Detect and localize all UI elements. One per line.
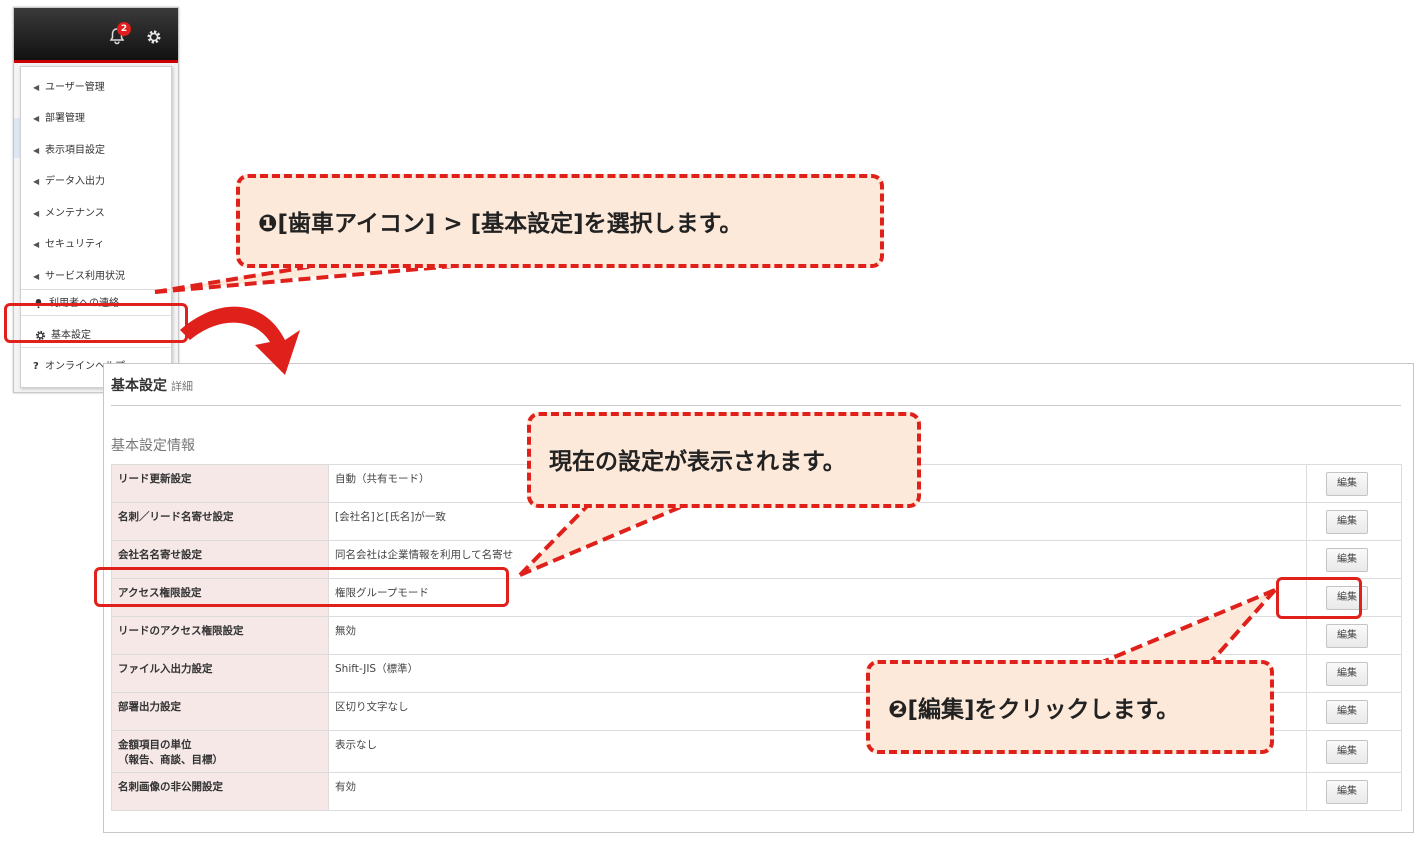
edit-button[interactable]: 編集	[1326, 779, 1368, 804]
caret-left-icon: ◀	[33, 272, 40, 281]
menu-item-user-management[interactable]: ◀ ユーザー管理	[21, 73, 171, 103]
menu-item-label: 表示項目設定	[45, 145, 105, 156]
setting-value: [会社名]と[氏名]が一致	[328, 502, 1307, 541]
page-title-text: 基本設定	[111, 378, 167, 394]
setting-key: ファイル入出力設定	[111, 654, 329, 693]
caret-left-icon: ◀	[33, 114, 40, 123]
menu-item-maintenance[interactable]: ◀ メンテナンス	[21, 199, 171, 229]
menu-item-security[interactable]: ◀ セキュリティ	[21, 230, 171, 260]
notification-badge: 2	[117, 22, 131, 36]
setting-value: 有効	[328, 772, 1307, 811]
help-icon: ?	[33, 361, 39, 372]
caret-left-icon: ◀	[33, 177, 40, 186]
edit-button[interactable]: 編集	[1326, 699, 1368, 724]
edit-cell: 編集	[1306, 692, 1402, 731]
caret-left-icon: ◀	[33, 146, 40, 155]
setting-key: 金額項目の単位 （報告、商談、目標）	[111, 730, 329, 773]
page-title: 基本設定 詳細	[111, 375, 193, 395]
setting-key-line1: 金額項目の単位	[118, 739, 192, 751]
menu-item-data-io[interactable]: ◀ データ入出力	[21, 167, 171, 197]
menu-divider	[21, 347, 171, 348]
caret-left-icon: ◀	[33, 209, 40, 218]
menu-highlight-box	[4, 303, 188, 343]
callout-current: 現在の設定が表示されます。	[527, 412, 921, 508]
menu-item-label: セキュリティ	[45, 239, 105, 250]
header-accent-line	[14, 60, 178, 63]
table-row: 名刺／リード名寄せ設定 [会社名]と[氏名]が一致 編集	[111, 502, 1402, 541]
section-title: 基本設定情報	[111, 438, 195, 454]
row-highlight-box	[94, 567, 509, 607]
setting-key: 部署出力設定	[111, 692, 329, 731]
edit-button-highlight-box	[1276, 577, 1362, 619]
callout-current-text: 現在の設定が表示されます。	[549, 449, 846, 475]
settings-table: リード更新設定 自動（共有モード） 編集 名刺／リード名寄せ設定 [会社名]と[…	[111, 464, 1402, 811]
edit-button[interactable]: 編集	[1326, 471, 1368, 496]
menu-item-service-usage[interactable]: ◀ サービス利用状況	[21, 262, 171, 292]
caret-left-icon: ◀	[33, 83, 40, 92]
gear-icon[interactable]	[146, 29, 162, 45]
menu-item-label: データ入出力	[45, 176, 105, 187]
page-subtitle: 詳細	[171, 380, 193, 393]
menu-item-display-fields[interactable]: ◀ 表示項目設定	[21, 136, 171, 166]
callout-step1: ❶[歯車アイコン] > [基本設定]を選択します。	[236, 174, 884, 268]
menu-item-department-management[interactable]: ◀ 部署管理	[21, 104, 171, 134]
edit-cell: 編集	[1306, 464, 1402, 503]
menu-item-label: 部署管理	[45, 113, 85, 124]
edit-button[interactable]: 編集	[1326, 739, 1368, 764]
title-divider	[111, 405, 1401, 406]
setting-value: 無効	[328, 616, 1307, 655]
edit-button[interactable]: 編集	[1326, 547, 1368, 572]
edit-button[interactable]: 編集	[1326, 623, 1368, 648]
callout-step2-text: ❷[編集]をクリックします。	[888, 697, 1180, 723]
setting-key-line2: （報告、商談、目標）	[118, 754, 223, 766]
edit-cell: 編集	[1306, 772, 1402, 811]
setting-key: 名刺／リード名寄せ設定	[111, 502, 329, 541]
edit-cell: 編集	[1306, 654, 1402, 693]
edit-button[interactable]: 編集	[1326, 509, 1368, 534]
app-header-bar: 2	[14, 8, 178, 63]
menu-item-label: メンテナンス	[45, 208, 105, 219]
table-row: リードのアクセス権限設定 無効 編集	[111, 616, 1402, 655]
callout-step1-text: ❶[歯車アイコン] > [基本設定]を選択します。	[258, 211, 743, 237]
edit-cell: 編集	[1306, 616, 1402, 655]
setting-key: リード更新設定	[111, 464, 329, 503]
edit-button[interactable]: 編集	[1326, 661, 1368, 686]
setting-key: リードのアクセス権限設定	[111, 616, 329, 655]
edit-cell: 編集	[1306, 540, 1402, 579]
menu-item-label: ユーザー管理	[45, 82, 105, 93]
edit-cell: 編集	[1306, 730, 1402, 773]
caret-left-icon: ◀	[33, 240, 40, 249]
menu-item-label: サービス利用状況	[45, 271, 125, 282]
edit-cell: 編集	[1306, 502, 1402, 541]
callout-step2: ❷[編集]をクリックします。	[866, 660, 1274, 754]
setting-key: 名刺画像の非公開設定	[111, 772, 329, 811]
table-row: 名刺画像の非公開設定 有効 編集	[111, 772, 1402, 811]
